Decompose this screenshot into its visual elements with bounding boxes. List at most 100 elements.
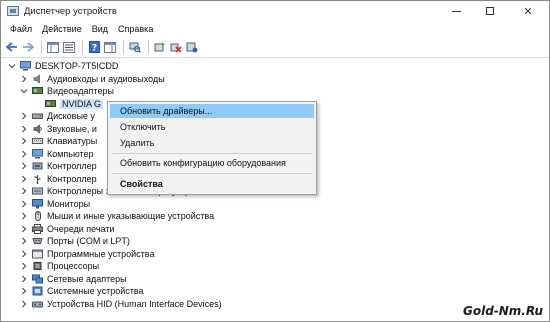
tree-item-controllers-1[interactable]: Контроллер	[19, 160, 97, 173]
back-arrow-icon	[6, 42, 17, 52]
tree-item-label: Видеоадаптеры	[47, 86, 114, 97]
expand-chevron-icon[interactable]	[19, 136, 29, 146]
toolbar-separator	[123, 40, 124, 54]
collapse-chevron-icon[interactable]	[19, 86, 29, 96]
disable-menu-item[interactable]: Отключить	[110, 120, 314, 134]
expand-chevron-icon[interactable]	[19, 299, 29, 309]
sound-icon	[32, 124, 43, 134]
processor-icon	[32, 261, 43, 271]
expand-chevron-icon[interactable]	[19, 74, 29, 84]
tree-item-computer[interactable]: Компьютер	[19, 148, 94, 161]
tree-item-disk-drives[interactable]: Дисковые у	[19, 110, 95, 123]
console-pane-icon	[104, 41, 116, 53]
maximize-button[interactable]	[473, 1, 507, 21]
tree-item-software-devices[interactable]: Программные устройства	[19, 248, 154, 261]
expand-chevron-icon[interactable]	[19, 236, 29, 246]
tree-item-label: Мыши и иные указывающие устройства	[47, 211, 215, 222]
close-button[interactable]: ✕	[507, 1, 549, 21]
storage-controller-icon	[32, 186, 43, 196]
list-view-icon	[63, 41, 75, 53]
tree-item-hid[interactable]: Устройства HID (Human Interface Devices)	[19, 298, 222, 311]
usb-controller-icon	[32, 174, 43, 184]
back-button[interactable]	[5, 40, 19, 54]
device-manager-app-icon	[7, 6, 19, 16]
tree-item-system-devices[interactable]: Системные устройства	[19, 285, 144, 298]
help-button[interactable]: ?	[87, 40, 101, 54]
expand-chevron-icon[interactable]	[19, 111, 29, 121]
enable-device-button[interactable]	[185, 40, 199, 54]
menu-bar: Файл Действие Вид Справка	[1, 21, 549, 37]
tree-root[interactable]: DESKTOP-7T5ICDD	[7, 60, 118, 73]
update-driver-button[interactable]	[153, 40, 167, 54]
audio-io-icon	[32, 74, 43, 84]
tree-item-label: Компьютер	[47, 148, 94, 159]
expand-chevron-icon[interactable]	[19, 149, 29, 159]
menu-separator	[112, 153, 312, 154]
expand-chevron-icon[interactable]	[19, 274, 29, 284]
properties-list-button[interactable]	[62, 40, 76, 54]
menu-view[interactable]: Вид	[87, 24, 113, 34]
context-menu: Обновить драйверы... Отключить Удалить О…	[107, 101, 317, 195]
watermark: Gold-Nm.Ru	[462, 304, 543, 318]
uninstall-device-button[interactable]	[169, 40, 183, 54]
scan-hardware-menu-item[interactable]: Обновить конфигурацию оборудования	[110, 156, 314, 170]
expand-chevron-icon[interactable]	[19, 186, 29, 196]
tree-item-print-queues[interactable]: Очереди печати	[19, 223, 115, 236]
expand-chevron-icon[interactable]	[19, 161, 29, 171]
tree-item-sound[interactable]: Звуковые, и	[19, 123, 97, 136]
menu-help[interactable]: Справка	[113, 24, 158, 34]
tree-item-label: Контроллер	[47, 161, 97, 172]
menu-file[interactable]: Файл	[5, 24, 37, 34]
tree-item-label: Мониторы	[47, 198, 91, 209]
monitor-icon	[32, 198, 43, 209]
tree-item-audio-io[interactable]: Аудиовходы и аудиовыходы	[19, 73, 165, 86]
update-drivers-menu-item[interactable]: Обновить драйверы...	[110, 104, 314, 118]
tree-item-label: Сетевые адаптеры	[47, 273, 127, 284]
collapse-chevron-icon[interactable]	[7, 61, 17, 71]
uninstall-menu-item[interactable]: Удалить	[110, 136, 314, 150]
toolbar-separator	[82, 40, 83, 54]
network-adapter-icon	[32, 274, 43, 284]
expand-chevron-icon[interactable]	[19, 249, 29, 259]
expand-chevron-icon[interactable]	[19, 261, 29, 271]
expand-chevron-icon[interactable]	[19, 199, 29, 209]
expand-chevron-icon[interactable]	[19, 286, 29, 296]
action-pane-button[interactable]	[103, 40, 117, 54]
expand-chevron-icon[interactable]	[19, 224, 29, 234]
tree-item-mice[interactable]: Мыши и иные указывающие устройства	[19, 210, 214, 223]
hid-icon	[32, 299, 43, 309]
console-tree-icon	[47, 41, 59, 53]
tree-item-label: Процессоры	[47, 261, 100, 272]
menu-action[interactable]: Действие	[37, 24, 87, 34]
tree-item-monitors[interactable]: Мониторы	[19, 198, 90, 211]
tree-item-nvidia-gpu[interactable]: NVIDIA G	[45, 98, 104, 111]
toolbar: ?	[1, 37, 549, 58]
tree-item-controllers-2[interactable]: Контроллер	[19, 173, 97, 186]
menu-separator	[112, 173, 312, 174]
scan-hardware-button[interactable]	[128, 40, 142, 54]
disk-drive-icon	[32, 111, 43, 121]
computer-icon	[32, 148, 43, 159]
expand-chevron-icon[interactable]	[19, 124, 29, 134]
tree-item-ports[interactable]: Порты (COM и LPT)	[19, 235, 130, 248]
forward-arrow-icon	[23, 42, 34, 52]
scan-hardware-icon	[129, 42, 141, 53]
expand-chevron-icon[interactable]	[19, 211, 29, 221]
system-device-icon	[32, 286, 43, 296]
update-driver-icon	[154, 42, 165, 52]
tree-item-processors[interactable]: Процессоры	[19, 260, 99, 273]
show-hide-tree-button[interactable]	[46, 40, 60, 54]
tree-item-label: Программные устройства	[47, 248, 155, 259]
properties-menu-item[interactable]: Свойства	[110, 177, 314, 191]
tree-item-display-adapters[interactable]: Видеоадаптеры	[19, 85, 114, 98]
minimize-button[interactable]	[439, 1, 473, 21]
expand-chevron-icon[interactable]	[19, 174, 29, 184]
uninstall-device-icon	[170, 43, 182, 53]
tree-item-network-adapters[interactable]: Сетевые адаптеры	[19, 273, 127, 286]
close-icon: ✕	[523, 5, 533, 18]
forward-button[interactable]	[21, 40, 35, 54]
tree-item-label: Устройства HID (Human Interface Devices)	[47, 298, 222, 309]
tree-item-keyboards[interactable]: Клавиатуры	[19, 135, 97, 148]
tree-item-label: Звуковые, и	[47, 123, 97, 134]
gpu-device-icon	[45, 99, 56, 109]
